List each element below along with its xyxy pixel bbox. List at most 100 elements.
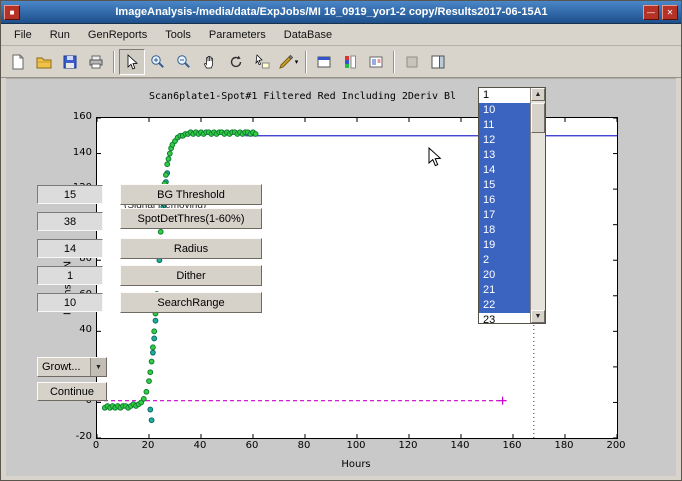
dropdown-item[interactable]: 21 [479,283,530,298]
data-cursor-button[interactable] [249,49,275,75]
dropdown-item[interactable]: 17 [479,208,530,223]
dropdown-item[interactable]: 11 [479,118,530,133]
dropdown-item[interactable]: 13 [479,148,530,163]
growth-popup-value: Growt... [38,358,90,376]
x-tick-label: 100 [336,440,376,451]
x-tick-label: 20 [128,440,168,451]
window-controls: — ✕ [643,5,678,20]
param-button-2[interactable]: Radius [120,238,262,259]
x-tick-label: 40 [180,440,220,451]
minimize-button[interactable]: — [643,5,659,20]
dropdown-item[interactable]: 14 [479,163,530,178]
rotate-3d-icon [228,54,244,70]
dropdown-item[interactable]: 16 [479,193,530,208]
param-button-4[interactable]: SearchRange [120,292,262,313]
zoom-out-button[interactable] [171,49,197,75]
new-document-icon [10,54,26,70]
dropdown-scrollbar[interactable]: ▲ ▼ [530,88,545,323]
brush-button[interactable]: ▾ [275,49,301,75]
save-icon [62,54,78,70]
pointer-icon [124,54,140,70]
window-menu-icon: ■ [10,8,15,17]
app-window: ■ ImageAnalysis-/media/data/ExpJobs/MI 1… [0,0,682,481]
close-icon: ✕ [667,8,674,17]
window-menu-button[interactable]: ■ [4,5,20,20]
spot-number-dropdown: 110111213141516171819220212223 ▲ ▼ [478,87,546,324]
rotate-3d-button[interactable] [223,49,249,75]
pan-hand-button[interactable] [197,49,223,75]
toolbar-separator [305,51,307,73]
param-button-0[interactable]: BG Threshold [120,184,262,205]
print-icon [88,54,104,70]
close-button[interactable]: ✕ [662,5,678,20]
menu-item-parameters[interactable]: Parameters [200,26,275,44]
print-figure-icon [316,54,332,70]
chevron-down-icon: ▾ [295,58,299,66]
menu-item-file[interactable]: File [5,26,41,44]
plot-tools-off-icon [404,54,420,70]
pointer-button[interactable] [119,49,145,75]
new-document-button[interactable] [5,49,31,75]
zoom-in-button[interactable] [145,49,171,75]
y-tick-label: 160 [50,111,92,122]
menu-item-run[interactable]: Run [41,26,79,44]
minimize-icon: — [647,8,655,17]
plot-tools-dock-button[interactable] [425,49,451,75]
scroll-down-button[interactable]: ▼ [531,310,545,323]
scrollbar-track[interactable] [531,101,545,310]
dropdown-item[interactable]: 2 [479,253,530,268]
pan-hand-icon [202,54,218,70]
toolbar-separator [393,51,395,73]
plot-title: Scan6plate1-Spot#1 Filtered Red Includin… [149,91,456,102]
dropdown-item[interactable]: 19 [479,238,530,253]
toolbar: ▾ [1,46,681,78]
param-button-1[interactable]: SpotDetThres(1-60%) [120,208,262,229]
x-tick-label: 120 [388,440,428,451]
insert-colorbar-button[interactable] [337,49,363,75]
param-button-3[interactable]: Dither [120,265,262,286]
continue-button[interactable]: Continue [37,382,107,401]
dropdown-item[interactable]: 10 [479,103,530,118]
param-input-3[interactable]: 1 [37,266,103,285]
x-tick-label: 80 [284,440,324,451]
menubar: FileRunGenReportsToolsParametersDataBase [1,24,681,46]
open-folder-button[interactable] [31,49,57,75]
param-input-4[interactable]: 10 [37,293,103,312]
print-button[interactable] [83,49,109,75]
mouse-cursor [428,147,442,167]
x-tick-label: 60 [232,440,272,451]
save-button[interactable] [57,49,83,75]
dropdown-list-items: 110111213141516171819220212223 [479,88,530,323]
dropdown-item[interactable]: 23 [479,313,530,323]
insert-legend-button[interactable] [363,49,389,75]
growth-popup[interactable]: Growt... ▼ [37,357,107,377]
zoom-in-icon [150,54,166,70]
x-tick-label: 140 [440,440,480,451]
insert-colorbar-icon [342,54,358,70]
menu-item-tools[interactable]: Tools [156,26,200,44]
menu-item-genreports[interactable]: GenReports [79,26,156,44]
scrollbar-thumb[interactable] [531,103,545,133]
x-axis-label: Hours [96,459,616,470]
x-tick-label: 160 [492,440,532,451]
param-input-1[interactable]: 38 [37,212,103,231]
x-tick-label: 180 [544,440,584,451]
dropdown-item[interactable]: 18 [479,223,530,238]
dropdown-item[interactable]: 20 [479,268,530,283]
dropdown-item[interactable]: 1 [479,88,530,103]
titlebar[interactable]: ■ ImageAnalysis-/media/data/ExpJobs/MI 1… [1,1,681,24]
dropdown-item[interactable]: 22 [479,298,530,313]
zoom-out-icon [176,54,192,70]
menu-item-database[interactable]: DataBase [275,26,341,44]
chevron-down-icon: ▼ [90,358,106,376]
brush-icon [278,54,294,70]
y-tick-label: 140 [50,147,92,158]
dropdown-item[interactable]: 15 [479,178,530,193]
param-input-0[interactable]: 15 [37,185,103,204]
print-figure-button[interactable] [311,49,337,75]
dropdown-item[interactable]: 12 [479,133,530,148]
param-input-2[interactable]: 14 [37,239,103,258]
plot-tools-off-button[interactable] [399,49,425,75]
scroll-up-button[interactable]: ▲ [531,88,545,101]
x-tick-label: 200 [596,440,636,451]
